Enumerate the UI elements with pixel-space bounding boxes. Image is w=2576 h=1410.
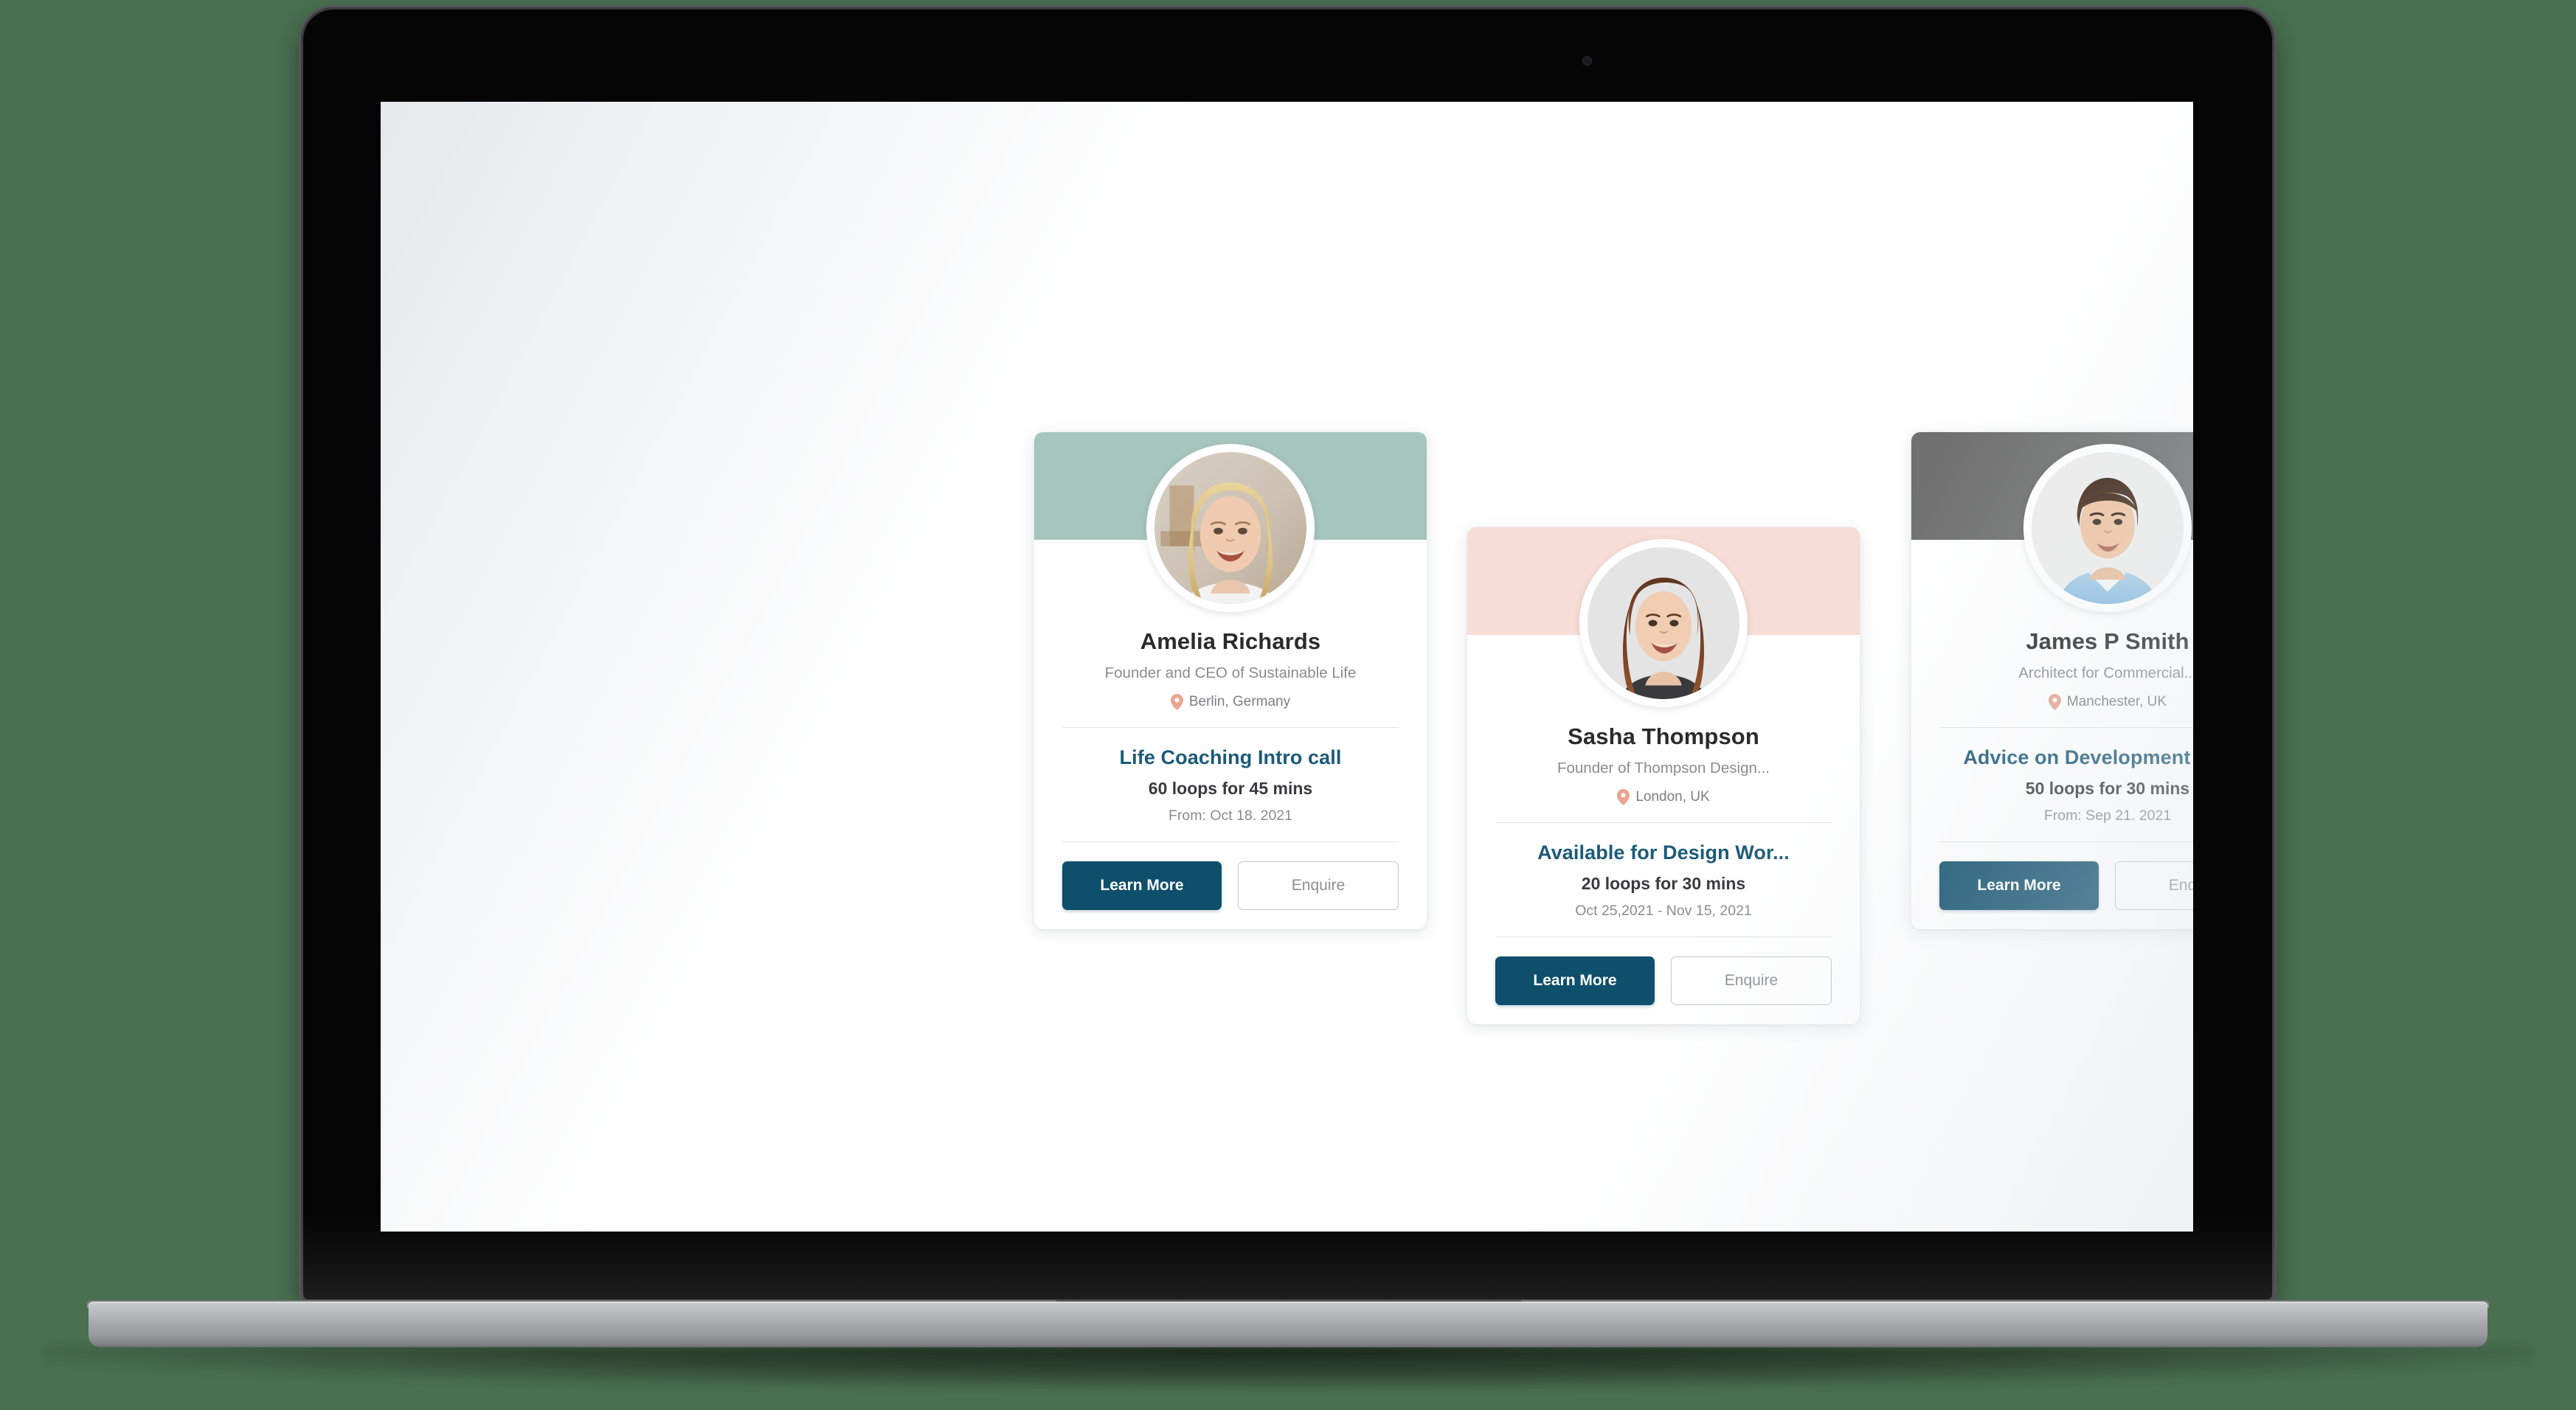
- enquire-button[interactable]: Enquire: [2115, 861, 2193, 910]
- service-title[interactable]: Life Coaching Intro call: [1062, 746, 1399, 769]
- avatar: [1579, 539, 1748, 707]
- person-location: Berlin, Germany: [1062, 693, 1399, 710]
- service-loops: 50 loops for 30 mins: [2025, 778, 2190, 798]
- divider: [1495, 822, 1832, 823]
- laptop-base: [89, 1302, 2487, 1347]
- person-role: Founder of Thompson Design...: [1557, 759, 1770, 777]
- avatar-photo: [1154, 452, 1306, 604]
- divider: [1062, 841, 1399, 842]
- person-location: London, UK: [1495, 788, 1832, 805]
- service-title[interactable]: Advice on Development Con...: [1939, 746, 2193, 769]
- service-loops: 20 loops for 30 mins: [1581, 873, 1746, 893]
- service-title[interactable]: Available for Design Wor...: [1495, 841, 1832, 864]
- avatar: [1146, 444, 1315, 612]
- location-label: Berlin, Germany: [1188, 693, 1291, 709]
- laptop-mockup: Amelia Richards Founder and CEO of Susta…: [0, 0, 2576, 1410]
- location-pin-icon: [1170, 693, 1183, 710]
- card-body: James P Smith Architect for Commercial..…: [1911, 628, 2193, 910]
- location-pin-icon: [1617, 788, 1630, 805]
- person-location: Manchester, UK: [1939, 693, 2193, 710]
- divider: [1062, 726, 1399, 728]
- person-name: Amelia Richards: [1140, 628, 1321, 654]
- person-role: Founder and CEO of Sustainable Life: [1104, 664, 1357, 681]
- location-label: Manchester, UK: [2066, 693, 2167, 709]
- card-actions: Learn More Enquire: [1062, 861, 1399, 910]
- card-body: Sasha Thompson Founder of Thompson Desig…: [1467, 723, 1860, 1005]
- location-pin-icon: [2048, 693, 2061, 710]
- laptop-drop-shadow: [44, 1345, 2532, 1389]
- service-loops: 60 loops for 45 mins: [1148, 778, 1313, 798]
- profile-card-sasha[interactable]: Sasha Thompson Founder of Thompson Desig…: [1467, 527, 1860, 1024]
- divider: [1939, 841, 2193, 842]
- learn-more-button[interactable]: Learn More: [1495, 956, 1655, 1005]
- enquire-button[interactable]: Enquire: [1671, 956, 1832, 1005]
- person-name: James P Smith: [2026, 628, 2189, 654]
- profile-card-james[interactable]: James P Smith Architect for Commercial..…: [1911, 432, 2193, 929]
- screen-viewport: Amelia Richards Founder and CEO of Susta…: [381, 102, 2193, 1232]
- avatar-ring: [1579, 539, 1748, 707]
- avatar-photo: [1588, 547, 1739, 699]
- avatar-ring: [1146, 444, 1315, 612]
- divider: [1939, 726, 2193, 728]
- webcam-icon: [1582, 56, 1592, 66]
- person-role: Architect for Commercial...: [2018, 664, 2193, 681]
- avatar-photo: [2032, 452, 2184, 604]
- card-body: Amelia Richards Founder and CEO of Susta…: [1034, 628, 1427, 910]
- learn-more-button[interactable]: Learn More: [1062, 861, 1222, 910]
- profile-card-amelia[interactable]: Amelia Richards Founder and CEO of Susta…: [1034, 432, 1427, 929]
- location-label: London, UK: [1635, 788, 1710, 805]
- card-actions: Learn More Enquire: [1939, 861, 2193, 910]
- enquire-button[interactable]: Enquire: [1238, 861, 1399, 910]
- service-dates: From: Oct 18. 2021: [1168, 807, 1292, 824]
- person-name: Sasha Thompson: [1568, 723, 1759, 749]
- service-dates: Oct 25,2021 - Nov 15, 2021: [1575, 902, 1752, 919]
- service-dates: From: Sep 21. 2021: [2043, 807, 2172, 824]
- profile-cards-row: Amelia Richards Founder and CEO of Susta…: [381, 102, 2193, 1232]
- avatar: [2023, 444, 2192, 612]
- card-actions: Learn More Enquire: [1495, 956, 1832, 1005]
- avatar-ring: [2023, 444, 2192, 612]
- learn-more-button[interactable]: Learn More: [1939, 861, 2099, 910]
